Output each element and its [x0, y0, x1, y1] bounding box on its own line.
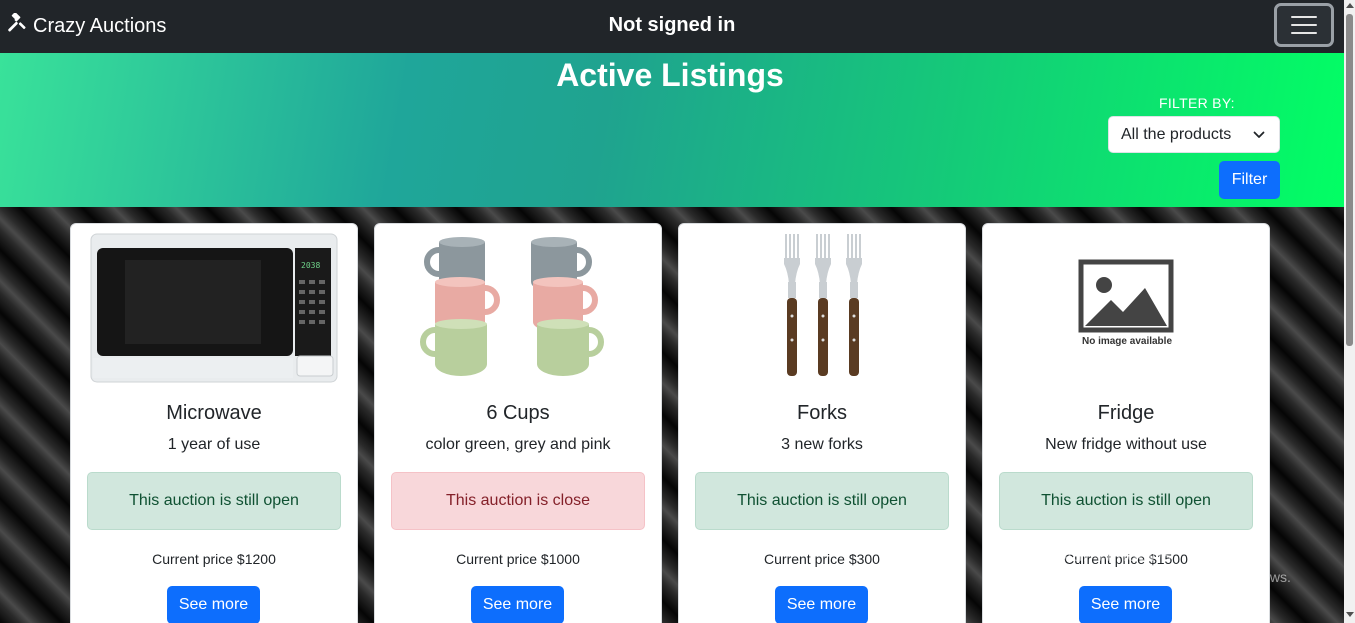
vertical-scrollbar[interactable] [1344, 0, 1355, 623]
scroll-thumb[interactable] [1346, 14, 1353, 346]
see-more-button[interactable]: See more [167, 586, 260, 623]
no-image-text: No image available [1081, 336, 1173, 347]
card-description: 3 new forks [781, 436, 863, 453]
card-description: color green, grey and pink [425, 436, 611, 453]
watermark-title: Activar Windows [1031, 545, 1172, 566]
microwave-image: 2038 [87, 230, 343, 388]
see-more-button[interactable]: See more [471, 586, 564, 623]
card-title: Microwave [166, 402, 262, 424]
current-price: Current price $1000 [456, 551, 580, 567]
hamburger-icon [1291, 16, 1317, 18]
status-alert: This auction is close [391, 472, 645, 530]
status-alert: This auction is still open [87, 472, 341, 530]
status-alert: This auction is still open [695, 472, 949, 530]
card-title: Fridge [1097, 402, 1155, 424]
see-more-button[interactable]: See more [1079, 586, 1172, 623]
listing-card-microwave: 2038 Microwave 1 year of use This auctio… [70, 223, 358, 623]
menu-toggle-button[interactable] [1274, 3, 1334, 47]
windows-activation-watermark: Activar Windows Ve a Configuración para … [1031, 545, 1291, 585]
scroll-up-arrow-icon[interactable] [1346, 3, 1354, 8]
filter-select[interactable]: All the products [1108, 116, 1280, 153]
card-description: 1 year of use [167, 436, 261, 453]
current-price: Current price $1200 [152, 551, 276, 567]
see-more-button[interactable]: See more [775, 586, 868, 623]
page-title: Active Listings [556, 57, 784, 93]
scroll-down-arrow-icon[interactable] [1346, 612, 1354, 617]
card-description: New fridge without use [1045, 436, 1207, 453]
page: Crazy Auctions Not signed in Active List… [0, 0, 1355, 623]
listings-header: Active Listings FILTER BY: All the produ… [0, 53, 1344, 207]
card-title: Forks [797, 402, 847, 424]
forks-image [695, 230, 951, 388]
svg-text:2038: 2038 [301, 261, 320, 270]
chevron-down-icon [1253, 131, 1265, 138]
cups-image [391, 230, 647, 388]
listing-card-cups: 6 Cups color green, grey and pink This a… [374, 223, 662, 623]
no-image-placeholder: No image available [999, 230, 1255, 388]
current-price: Current price $300 [764, 551, 880, 567]
navbar: Crazy Auctions Not signed in [0, 0, 1344, 53]
status-alert: This auction is still open [999, 472, 1253, 530]
filter-selected-value: All the products [1121, 125, 1232, 143]
listing-card-forks: Forks 3 new forks This auction is still … [678, 223, 966, 623]
sign-in-status: Not signed in [608, 14, 736, 36]
card-title: 6 Cups [486, 402, 550, 424]
filter-label: FILTER BY: [1159, 95, 1235, 111]
filter-button[interactable]: Filter [1219, 161, 1280, 199]
watermark-subtitle: Ve a Configuración para activar Windows. [1031, 569, 1291, 585]
